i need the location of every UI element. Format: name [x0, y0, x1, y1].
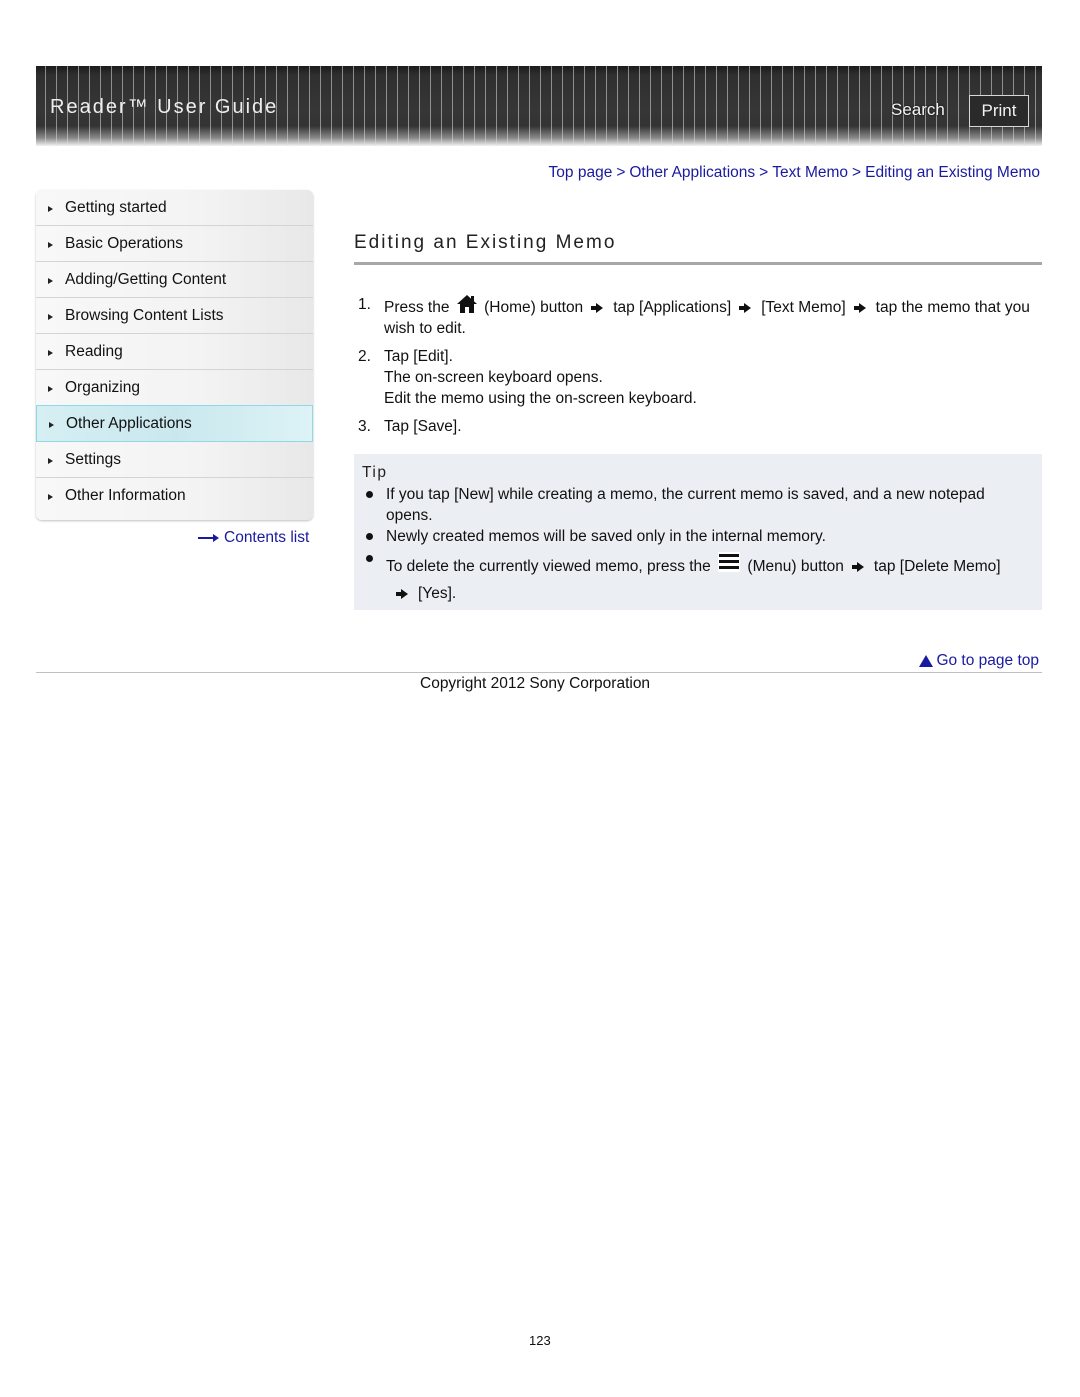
- sidebar-item-browsing-content-lists[interactable]: Browsing Content Lists: [36, 298, 313, 334]
- bullet-icon: [366, 555, 373, 562]
- search-button[interactable]: Search: [891, 100, 945, 120]
- sidebar-item-getting-started[interactable]: Getting started: [36, 190, 313, 226]
- breadcrumb-separator: >: [616, 164, 626, 181]
- triangle-right-icon: [49, 421, 54, 428]
- step-text: Press the: [384, 299, 450, 316]
- triangle-right-icon: [48, 277, 53, 284]
- sidebar-item-label: Adding/Getting Content: [65, 270, 227, 288]
- sidebar-item-reading[interactable]: Reading: [36, 334, 313, 370]
- menu-icon: [717, 551, 741, 573]
- breadcrumb-text-memo[interactable]: Text Memo: [772, 164, 848, 181]
- sidebar-item-label: Basic Operations: [65, 234, 184, 252]
- triangle-right-icon: [48, 241, 53, 248]
- tip-title: Tip: [362, 464, 388, 481]
- header-bar: Reader™ User Guide Search Print: [36, 66, 1042, 146]
- breadcrumb-separator: >: [759, 164, 769, 181]
- page-number: 123: [529, 1333, 551, 1348]
- breadcrumb-top-page[interactable]: Top page: [549, 164, 613, 181]
- triangle-right-icon: [48, 205, 53, 212]
- breadcrumb-other-applications[interactable]: Other Applications: [629, 164, 755, 181]
- bullet-icon: [366, 491, 373, 498]
- triangle-right-icon: [48, 313, 53, 320]
- sidebar-item-label: Other Information: [65, 486, 186, 504]
- tip-text: Newly created memos will be saved only i…: [386, 528, 826, 545]
- sidebar-item-settings[interactable]: Settings: [36, 442, 313, 478]
- sidebar-item-adding-getting-content[interactable]: Adding/Getting Content: [36, 262, 313, 298]
- sidebar-item-other-applications[interactable]: Other Applications: [36, 405, 313, 442]
- go-to-page-top-link[interactable]: Go to page top: [919, 652, 1039, 670]
- step-number: 1.: [358, 296, 371, 313]
- step-text: Tap [Save].: [384, 418, 462, 435]
- step-subtext: Edit the memo using the on-screen keyboa…: [384, 390, 697, 407]
- contents-list-label: Contents list: [224, 529, 310, 546]
- tip-text: (Menu) button: [747, 558, 844, 575]
- sidebar-item-label: Getting started: [65, 198, 167, 216]
- step-text: [Text Memo]: [761, 299, 846, 316]
- tip-text: [Yes].: [418, 585, 457, 602]
- arrow-right-icon: [853, 302, 866, 313]
- steps-list: 1. Press the (Home) button tap [Applicati…: [358, 294, 1042, 444]
- breadcrumb-separator: >: [852, 164, 862, 181]
- sidebar-item-label: Organizing: [65, 378, 140, 396]
- triangle-right-icon: [48, 493, 53, 500]
- sidebar-item-label: Browsing Content Lists: [65, 306, 224, 324]
- step-subtext: The on-screen keyboard opens.: [384, 369, 603, 386]
- step-text: Tap [Edit].: [384, 348, 453, 365]
- arrow-right-icon: [591, 302, 604, 313]
- tip-list: If you tap [New] while creating a memo, …: [364, 484, 1034, 607]
- sidebar-item-other-information[interactable]: Other Information: [36, 478, 313, 513]
- arrow-right-icon: [851, 561, 864, 572]
- step-number: 2.: [358, 348, 371, 365]
- sidebar-nav: Getting started Basic Operations Adding/…: [36, 190, 313, 520]
- triangle-right-icon: [48, 457, 53, 464]
- sidebar-item-organizing[interactable]: Organizing: [36, 370, 313, 406]
- contents-list-link[interactable]: Contents list: [198, 529, 309, 547]
- tip-item: Newly created memos will be saved only i…: [364, 526, 1034, 547]
- tip-box: Tip If you tap [New] while creating a me…: [354, 454, 1042, 610]
- arrow-right-icon: [739, 302, 752, 313]
- go-to-page-top-label: Go to page top: [936, 652, 1039, 669]
- step-item: 3. Tap [Save].: [358, 416, 1042, 437]
- sidebar-item-label: Settings: [65, 450, 122, 468]
- arrow-right-icon: [396, 588, 408, 599]
- tip-item: To delete the currently viewed memo, pre…: [364, 551, 1034, 607]
- bullet-icon: [366, 533, 373, 540]
- step-text: tap [Applications]: [613, 299, 732, 316]
- step-item: 1. Press the (Home) button tap [Applicati…: [358, 294, 1042, 339]
- triangle-right-icon: [48, 385, 53, 392]
- step-item: 2. Tap [Edit]. The on-screen keyboard op…: [358, 346, 1042, 409]
- triangle-right-icon: [48, 349, 53, 356]
- tip-text: To delete the currently viewed memo, pre…: [386, 558, 711, 575]
- breadcrumb: Top page > Other Applications > Text Memo > Ed…: [549, 164, 1040, 182]
- copyright-text: Copyright 2012 Sony Corporation: [420, 675, 651, 692]
- home-icon: [456, 294, 478, 314]
- tip-text: If you tap [New] while creating a memo, …: [386, 486, 985, 524]
- tip-item: If you tap [New] while creating a memo, …: [364, 484, 1034, 526]
- breadcrumb-current-page[interactable]: Editing an Existing Memo: [865, 164, 1040, 181]
- title-divider: [354, 262, 1042, 265]
- triangle-up-icon: [919, 655, 934, 667]
- page-title: Editing an Existing Memo: [354, 232, 617, 253]
- sidebar-item-label: Reading: [65, 342, 123, 360]
- arrow-right-icon: [198, 533, 220, 543]
- footer-divider: [36, 672, 1042, 673]
- tip-text: tap [Delete Memo]: [873, 558, 1001, 575]
- step-number: 3.: [358, 418, 371, 435]
- step-text: (Home) button: [484, 299, 584, 316]
- sidebar-item-label: Other Applications: [66, 414, 192, 432]
- sidebar-item-basic-operations[interactable]: Basic Operations: [36, 226, 313, 262]
- print-button[interactable]: Print: [969, 95, 1029, 127]
- app-title: Reader™ User Guide: [50, 96, 279, 118]
